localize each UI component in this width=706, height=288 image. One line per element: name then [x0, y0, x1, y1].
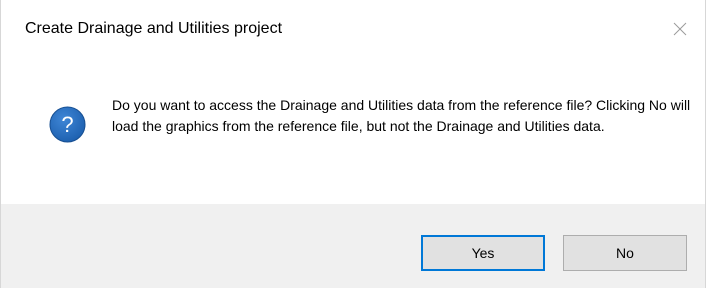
dialog-message: Do you want to access the Drainage and U…	[112, 97, 691, 134]
question-icon: ?	[49, 106, 86, 143]
dialog-window: Create Drainage and Utilities project ?	[0, 0, 706, 288]
dialog-content: ? Do you want to access the Drainage and…	[1, 64, 705, 204]
yes-button[interactable]: Yes	[421, 235, 545, 271]
button-bar: Yes No	[1, 204, 705, 288]
close-button[interactable]	[665, 14, 695, 44]
title-bar: Create Drainage and Utilities project	[1, 0, 705, 64]
close-icon	[673, 22, 687, 36]
svg-text:?: ?	[61, 112, 73, 137]
no-button[interactable]: No	[563, 235, 687, 271]
dialog-title: Create Drainage and Utilities project	[25, 20, 283, 37]
